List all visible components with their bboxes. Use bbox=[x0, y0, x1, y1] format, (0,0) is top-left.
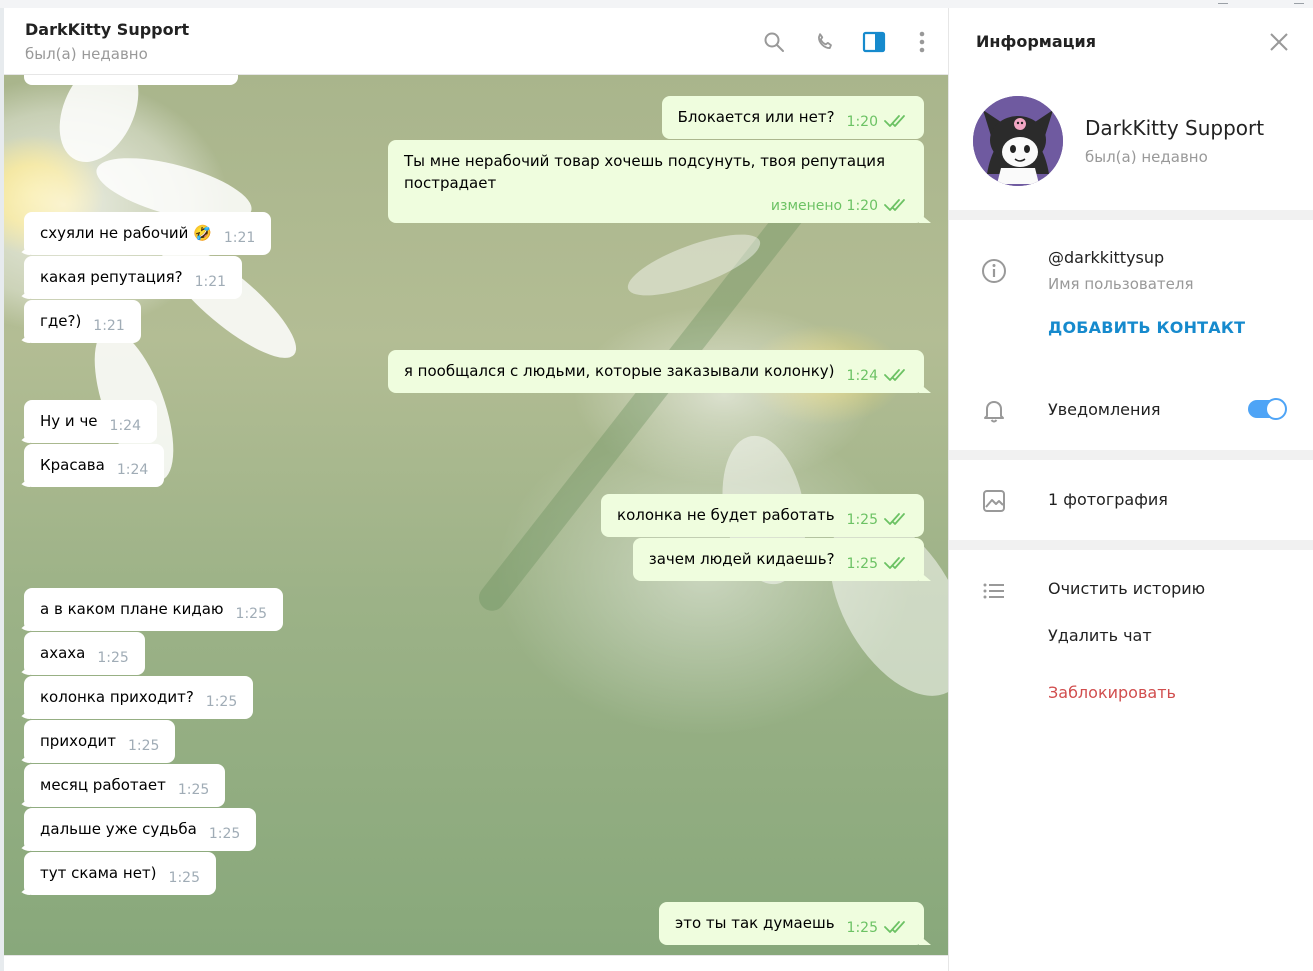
profile-name: DarkKitty Support bbox=[1085, 116, 1265, 140]
profile-status: был(а) недавно bbox=[1085, 148, 1208, 166]
message-text: месяц работает bbox=[40, 776, 166, 794]
message-text: колонка не будет работать bbox=[617, 506, 835, 524]
notifications-label: Уведомления bbox=[1048, 400, 1161, 419]
chat-panel: DarkKitty Support был(а) недавно Блокает… bbox=[0, 0, 948, 971]
message-meta: изменено 1:20 bbox=[404, 190, 908, 214]
message-text: это ты так думаешь bbox=[674, 914, 835, 932]
incoming-message[interactable]: колонка приходит? 1:25 bbox=[24, 676, 254, 719]
minimize-mark[interactable] bbox=[1218, 3, 1228, 4]
bell-icon bbox=[981, 398, 1007, 424]
message-time: 1:25 bbox=[205, 694, 238, 710]
read-checkmarks-icon bbox=[884, 196, 908, 218]
message-time: 1:25 bbox=[846, 920, 878, 936]
message-time: 1:25 bbox=[846, 512, 878, 528]
partial-message bbox=[24, 75, 238, 85]
message-time: 1:24 bbox=[846, 368, 878, 384]
message-text: Блокается или нет? bbox=[677, 108, 835, 126]
divider bbox=[949, 210, 1313, 220]
message-text: Ну и че bbox=[40, 412, 98, 430]
avatar[interactable] bbox=[973, 96, 1063, 186]
read-checkmarks-icon bbox=[884, 554, 908, 576]
list-icon bbox=[981, 578, 1007, 604]
username[interactable]: @darkkittysup bbox=[1048, 248, 1164, 267]
outgoing-message[interactable]: колонка не будет работать 1:25 bbox=[601, 494, 924, 537]
incoming-message[interactable]: месяц работает 1:25 bbox=[24, 764, 226, 807]
read-checkmarks-icon bbox=[884, 510, 908, 532]
incoming-message[interactable]: ахаха 1:25 bbox=[24, 632, 145, 675]
message-text: приходит bbox=[40, 732, 116, 750]
message-time: 1:25 bbox=[128, 738, 160, 754]
message-text: я пообщался с людьми, которые заказывали… bbox=[403, 362, 835, 380]
message-time: 1:25 bbox=[208, 826, 241, 842]
message-time: 1:21 bbox=[93, 318, 125, 334]
outgoing-message[interactable]: Блокается или нет? 1:20 bbox=[661, 96, 924, 139]
message-time: 1:25 bbox=[235, 606, 267, 622]
message-time: 1:25 bbox=[168, 870, 200, 886]
info-title: Информация bbox=[976, 32, 1096, 51]
info-panel: Информация DarkKitty Support был(а) неда… bbox=[948, 8, 1313, 971]
message-time: 1:20 bbox=[846, 114, 878, 130]
info-circle-icon bbox=[981, 258, 1007, 284]
outgoing-message[interactable]: это ты так думаешь 1:25 bbox=[658, 902, 924, 945]
outgoing-message[interactable]: зачем людей кидаешь? 1:25 bbox=[632, 538, 924, 581]
chat-status: был(а) недавно bbox=[25, 45, 148, 63]
message-text: ахаха bbox=[40, 644, 86, 662]
message-text: Красава bbox=[40, 456, 105, 474]
message-time: 1:24 bbox=[116, 462, 149, 478]
message-text: схуяли не рабочий 🤣 bbox=[40, 224, 212, 242]
incoming-message[interactable]: тут скама нет) 1:25 bbox=[24, 852, 216, 895]
image-icon bbox=[981, 488, 1007, 514]
username-label: Имя пользователя bbox=[1048, 275, 1194, 293]
sidebar-toggle-icon[interactable] bbox=[862, 30, 886, 54]
clear-history-button[interactable]: Очистить историю bbox=[1048, 579, 1205, 598]
photos-link[interactable]: 1 фотография bbox=[1048, 490, 1168, 509]
read-checkmarks-icon bbox=[884, 918, 908, 940]
message-text: дальше уже судьба bbox=[40, 820, 197, 838]
toggle-knob bbox=[1265, 398, 1287, 420]
message-time: 1:21 bbox=[194, 274, 227, 290]
close-mark[interactable] bbox=[1294, 3, 1304, 4]
more-vertical-icon[interactable] bbox=[910, 30, 934, 54]
message-time: 1:24 bbox=[109, 418, 141, 434]
message-text: тут скама нет) bbox=[40, 864, 157, 882]
message-time: изменено 1:20 bbox=[770, 198, 878, 214]
divider bbox=[949, 450, 1313, 460]
incoming-message[interactable]: Ну и че 1:24 bbox=[24, 400, 157, 443]
read-checkmarks-icon bbox=[884, 366, 908, 388]
chat-title[interactable]: DarkKitty Support bbox=[25, 20, 189, 39]
incoming-message[interactable]: а в каком плане кидаю 1:25 bbox=[24, 588, 283, 631]
search-icon[interactable] bbox=[762, 30, 786, 54]
message-time: 1:25 bbox=[846, 556, 878, 572]
message-text: зачем людей кидаешь? bbox=[648, 550, 835, 568]
outgoing-message[interactable]: Ты мне нерабочий товар хочешь подсунуть,… bbox=[388, 140, 924, 223]
add-contact-button[interactable]: ДОБАВИТЬ КОНТАКТ bbox=[1048, 318, 1245, 337]
notifications-toggle[interactable] bbox=[1248, 398, 1287, 420]
outgoing-message[interactable]: я пообщался с людьми, которые заказывали… bbox=[387, 350, 924, 393]
message-text: колонка приходит? bbox=[40, 688, 194, 706]
incoming-message[interactable]: дальше уже судьба 1:25 bbox=[24, 808, 257, 851]
message-text: какая репутация? bbox=[40, 268, 183, 286]
window-top-strip bbox=[0, 0, 1313, 8]
incoming-message[interactable]: схуяли не рабочий 🤣 1:21 bbox=[24, 212, 272, 255]
incoming-message[interactable]: приходит 1:25 bbox=[24, 720, 176, 763]
phone-icon[interactable] bbox=[813, 30, 837, 54]
chat-footer bbox=[4, 955, 948, 971]
message-text: где?) bbox=[40, 312, 82, 330]
message-text: Ты мне нерабочий товар хочешь подсунуть,… bbox=[404, 152, 886, 192]
message-time: 1:25 bbox=[97, 650, 129, 666]
divider bbox=[949, 540, 1313, 550]
message-time: 1:21 bbox=[223, 230, 256, 246]
read-checkmarks-icon bbox=[884, 112, 908, 134]
message-time: 1:25 bbox=[177, 782, 210, 798]
incoming-message[interactable]: где?) 1:21 bbox=[24, 300, 141, 343]
close-icon[interactable] bbox=[1267, 30, 1291, 54]
delete-chat-button[interactable]: Удалить чат bbox=[1048, 626, 1152, 645]
incoming-message[interactable]: Красава 1:24 bbox=[24, 444, 165, 487]
message-text: а в каком плане кидаю bbox=[40, 600, 224, 618]
incoming-message[interactable]: какая репутация? 1:21 bbox=[24, 256, 243, 299]
block-button[interactable]: Заблокировать bbox=[1048, 683, 1176, 702]
chat-header: DarkKitty Support был(а) недавно bbox=[4, 8, 948, 75]
